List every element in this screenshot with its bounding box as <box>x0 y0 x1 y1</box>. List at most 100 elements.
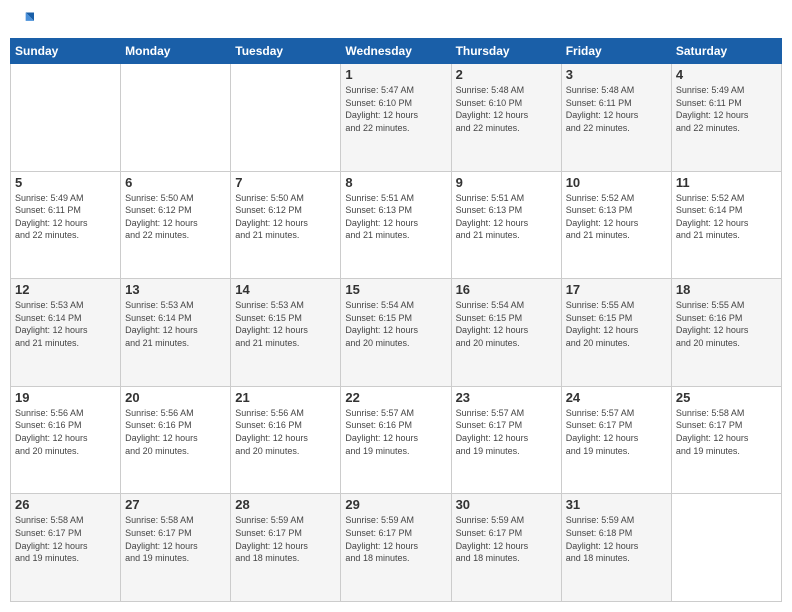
day-number: 15 <box>345 282 446 297</box>
calendar-cell: 2 Sunrise: 5:48 AM Sunset: 6:10 PM Daylig… <box>451 64 561 172</box>
day-info: Sunrise: 5:56 AM Sunset: 6:16 PM Dayligh… <box>235 407 336 457</box>
day-number: 13 <box>125 282 226 297</box>
calendar-cell <box>121 64 231 172</box>
day-number: 28 <box>235 497 336 512</box>
calendar-cell: 5Sunrise: 5:49 AM Sunset: 6:11 PM Daylig… <box>11 171 121 279</box>
calendar-week-row: 1Sunrise: 5:47 AM Sunset: 6:10 PM Daylig… <box>11 64 782 172</box>
day-info: Sunrise: 5:57 AM Sunset: 6:16 PM Dayligh… <box>345 407 446 457</box>
calendar-week-row: 12 Sunrise: 5:53 AM Sunset: 6:14 PM Dayli… <box>11 279 782 387</box>
calendar-cell: 6 Sunrise: 5:50 AM Sunset: 6:12 PM Daylig… <box>121 171 231 279</box>
day-info: Sunrise: 5:50 AM Sunset: 6:12 PM Dayligh… <box>125 192 226 242</box>
day-info: Sunrise: 5:54 AM Sunset: 6:15 PM Dayligh… <box>345 299 446 349</box>
calendar-cell: 16 Sunrise: 5:54 AM Sunset: 6:15 PM Dayli… <box>451 279 561 387</box>
day-info: Sunrise: 5:59 AM Sunset: 6:17 PM Dayligh… <box>345 514 446 564</box>
day-number: 7 <box>235 175 336 190</box>
weekday-header: Sunday <box>11 39 121 64</box>
calendar-cell: 27 Sunrise: 5:58 AM Sunset: 6:17 PM Dayli… <box>121 494 231 602</box>
logo <box>14 10 36 30</box>
day-number: 6 <box>125 175 226 190</box>
calendar-cell: 10Sunrise: 5:52 AM Sunset: 6:13 PM Dayli… <box>561 171 671 279</box>
day-number: 27 <box>125 497 226 512</box>
calendar-cell: 15 Sunrise: 5:54 AM Sunset: 6:15 PM Dayli… <box>341 279 451 387</box>
calendar-cell: 13 Sunrise: 5:53 AM Sunset: 6:14 PM Dayli… <box>121 279 231 387</box>
day-number: 3 <box>566 67 667 82</box>
calendar-cell: 25Sunrise: 5:58 AM Sunset: 6:17 PM Dayli… <box>671 386 781 494</box>
calendar-cell <box>671 494 781 602</box>
calendar-cell: 8Sunrise: 5:51 AM Sunset: 6:13 PM Daylig… <box>341 171 451 279</box>
day-info: Sunrise: 5:55 AM Sunset: 6:16 PM Dayligh… <box>676 299 777 349</box>
calendar-cell: 22 Sunrise: 5:57 AM Sunset: 6:16 PM Dayli… <box>341 386 451 494</box>
day-number: 11 <box>676 175 777 190</box>
day-info: Sunrise: 5:54 AM Sunset: 6:15 PM Dayligh… <box>456 299 557 349</box>
calendar-cell: 19 Sunrise: 5:56 AM Sunset: 6:16 PM Dayli… <box>11 386 121 494</box>
day-info: Sunrise: 5:56 AM Sunset: 6:16 PM Dayligh… <box>15 407 116 457</box>
weekday-header: Saturday <box>671 39 781 64</box>
day-number: 17 <box>566 282 667 297</box>
day-number: 5 <box>15 175 116 190</box>
day-number: 23 <box>456 390 557 405</box>
calendar-cell: 3Sunrise: 5:48 AM Sunset: 6:11 PM Daylig… <box>561 64 671 172</box>
weekday-header: Monday <box>121 39 231 64</box>
day-info: Sunrise: 5:53 AM Sunset: 6:15 PM Dayligh… <box>235 299 336 349</box>
day-info: Sunrise: 5:58 AM Sunset: 6:17 PM Dayligh… <box>125 514 226 564</box>
logo-icon <box>14 10 34 30</box>
calendar-cell: 4Sunrise: 5:49 AM Sunset: 6:11 PM Daylig… <box>671 64 781 172</box>
weekday-header: Wednesday <box>341 39 451 64</box>
day-number: 14 <box>235 282 336 297</box>
day-number: 22 <box>345 390 446 405</box>
day-number: 30 <box>456 497 557 512</box>
weekday-header: Thursday <box>451 39 561 64</box>
day-info: Sunrise: 5:59 AM Sunset: 6:17 PM Dayligh… <box>456 514 557 564</box>
day-info: Sunrise: 5:57 AM Sunset: 6:17 PM Dayligh… <box>566 407 667 457</box>
day-number: 12 <box>15 282 116 297</box>
day-number: 26 <box>15 497 116 512</box>
calendar-cell: 7 Sunrise: 5:50 AM Sunset: 6:12 PM Daylig… <box>231 171 341 279</box>
calendar-table: SundayMondayTuesdayWednesdayThursdayFrid… <box>10 38 782 602</box>
day-number: 24 <box>566 390 667 405</box>
day-info: Sunrise: 5:52 AM Sunset: 6:14 PM Dayligh… <box>676 192 777 242</box>
calendar-cell: 17 Sunrise: 5:55 AM Sunset: 6:15 PM Dayli… <box>561 279 671 387</box>
day-number: 16 <box>456 282 557 297</box>
day-info: Sunrise: 5:49 AM Sunset: 6:11 PM Dayligh… <box>676 84 777 134</box>
calendar-cell: 30 Sunrise: 5:59 AM Sunset: 6:17 PM Dayli… <box>451 494 561 602</box>
calendar-cell: 21 Sunrise: 5:56 AM Sunset: 6:16 PM Dayli… <box>231 386 341 494</box>
day-info: Sunrise: 5:50 AM Sunset: 6:12 PM Dayligh… <box>235 192 336 242</box>
day-number: 25 <box>676 390 777 405</box>
calendar-week-row: 19 Sunrise: 5:56 AM Sunset: 6:16 PM Dayli… <box>11 386 782 494</box>
calendar-cell: 12 Sunrise: 5:53 AM Sunset: 6:14 PM Dayli… <box>11 279 121 387</box>
day-info: Sunrise: 5:53 AM Sunset: 6:14 PM Dayligh… <box>15 299 116 349</box>
day-number: 19 <box>15 390 116 405</box>
calendar-cell: 28 Sunrise: 5:59 AM Sunset: 6:17 PM Dayli… <box>231 494 341 602</box>
calendar-header-row: SundayMondayTuesdayWednesdayThursdayFrid… <box>11 39 782 64</box>
calendar-cell: 14 Sunrise: 5:53 AM Sunset: 6:15 PM Dayli… <box>231 279 341 387</box>
calendar-cell: 23 Sunrise: 5:57 AM Sunset: 6:17 PM Dayli… <box>451 386 561 494</box>
day-number: 29 <box>345 497 446 512</box>
day-number: 31 <box>566 497 667 512</box>
day-number: 1 <box>345 67 446 82</box>
day-number: 18 <box>676 282 777 297</box>
header <box>10 10 782 30</box>
day-info: Sunrise: 5:55 AM Sunset: 6:15 PM Dayligh… <box>566 299 667 349</box>
day-info: Sunrise: 5:57 AM Sunset: 6:17 PM Dayligh… <box>456 407 557 457</box>
day-info: Sunrise: 5:59 AM Sunset: 6:17 PM Dayligh… <box>235 514 336 564</box>
day-info: Sunrise: 5:48 AM Sunset: 6:10 PM Dayligh… <box>456 84 557 134</box>
day-info: Sunrise: 5:58 AM Sunset: 6:17 PM Dayligh… <box>15 514 116 564</box>
day-info: Sunrise: 5:53 AM Sunset: 6:14 PM Dayligh… <box>125 299 226 349</box>
day-number: 9 <box>456 175 557 190</box>
calendar-cell <box>231 64 341 172</box>
day-number: 20 <box>125 390 226 405</box>
day-info: Sunrise: 5:51 AM Sunset: 6:13 PM Dayligh… <box>345 192 446 242</box>
day-number: 10 <box>566 175 667 190</box>
page: SundayMondayTuesdayWednesdayThursdayFrid… <box>0 0 792 612</box>
calendar-cell: 1Sunrise: 5:47 AM Sunset: 6:10 PM Daylig… <box>341 64 451 172</box>
day-number: 21 <box>235 390 336 405</box>
day-info: Sunrise: 5:51 AM Sunset: 6:13 PM Dayligh… <box>456 192 557 242</box>
calendar-cell: 31Sunrise: 5:59 AM Sunset: 6:18 PM Dayli… <box>561 494 671 602</box>
calendar-cell: 29 Sunrise: 5:59 AM Sunset: 6:17 PM Dayli… <box>341 494 451 602</box>
calendar-cell <box>11 64 121 172</box>
weekday-header: Tuesday <box>231 39 341 64</box>
calendar-cell: 20Sunrise: 5:56 AM Sunset: 6:16 PM Dayli… <box>121 386 231 494</box>
day-number: 2 <box>456 67 557 82</box>
calendar-week-row: 26 Sunrise: 5:58 AM Sunset: 6:17 PM Dayli… <box>11 494 782 602</box>
calendar-cell: 11 Sunrise: 5:52 AM Sunset: 6:14 PM Dayli… <box>671 171 781 279</box>
